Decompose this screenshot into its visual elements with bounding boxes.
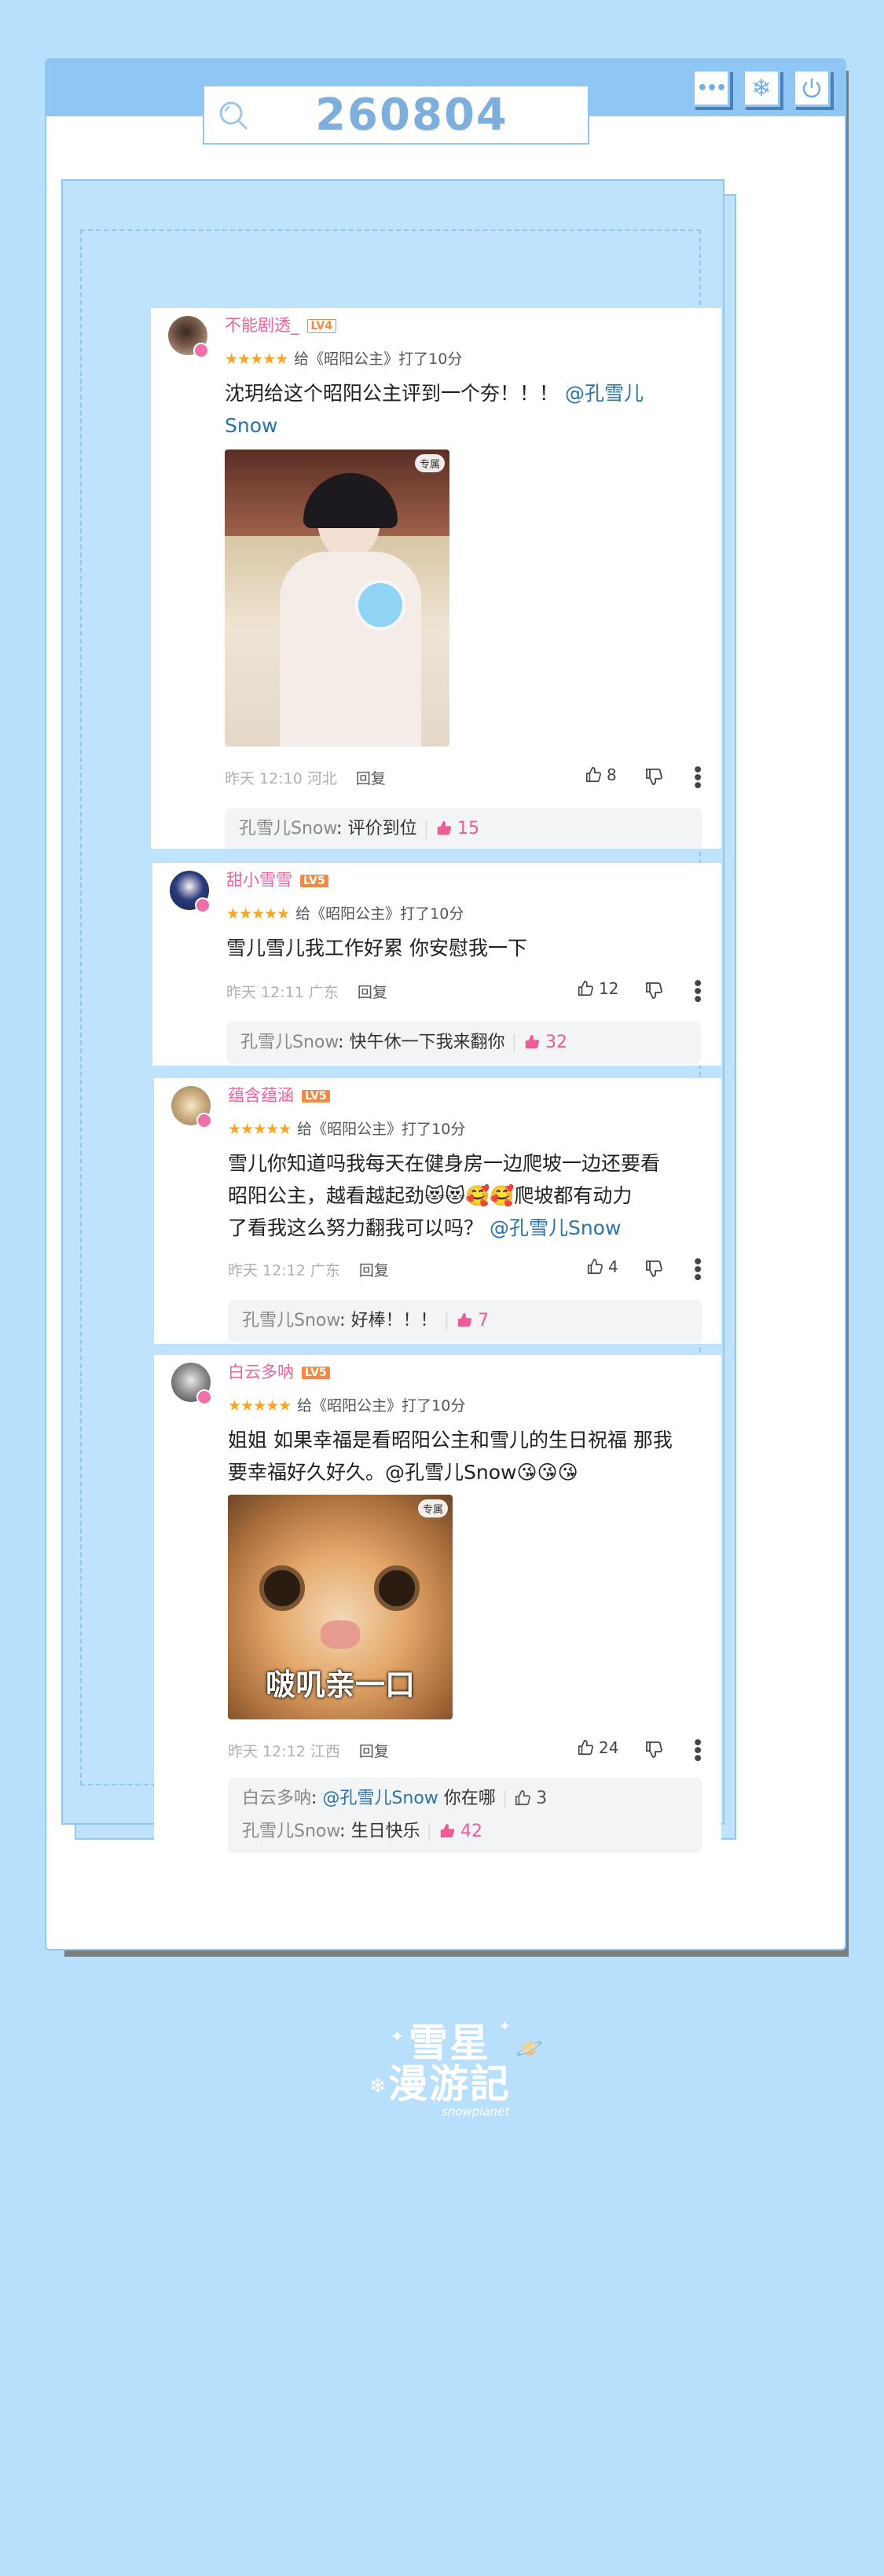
sparkle-icon: ❄: [369, 2075, 387, 2098]
emoji-group: 😻😻🥰🥰: [424, 1184, 515, 1207]
reply-like[interactable]: 3: [514, 1789, 547, 1808]
planet-icon: 🪐: [515, 2035, 543, 2061]
search-icon: [219, 101, 248, 130]
thumbs-up-icon: [578, 1740, 593, 1756]
sparkle-icon: ✦: [498, 2016, 512, 2035]
verified-badge: [196, 1389, 212, 1405]
comment-photo[interactable]: 专属: [225, 450, 449, 747]
thumbs-up-icon: [457, 1312, 472, 1327]
logo-line-2: 漫游記: [388, 2061, 511, 2107]
star-rating-icon: ★★★★★: [228, 1121, 292, 1138]
reply-item: 孔雪儿Snow: 好棒！！！ | 7: [242, 1311, 490, 1330]
comment-text: 雪儿雪儿我工作好累 你安慰我一下: [226, 937, 527, 960]
exclusive-tag: 专属: [414, 454, 445, 472]
rating-line: ★★★★★ 给《昭阳公主》打了10分: [228, 1397, 466, 1415]
mention-link[interactable]: @孔雪儿Snow: [490, 1216, 621, 1239]
snowflake-button[interactable]: ❄: [743, 69, 780, 107]
verified-badge: [193, 343, 209, 358]
username[interactable]: 甜小雪雪 LV5: [226, 868, 328, 891]
exclusive-tag: 专属: [417, 1499, 448, 1517]
comment-meta: 昨天 12:11 广东 回复: [226, 984, 387, 1001]
reply-thread: 孔雪儿Snow: 好棒！！！ | 7: [228, 1300, 702, 1342]
reply-like[interactable]: 7: [456, 1311, 489, 1330]
thumbs-up-icon: [585, 767, 601, 783]
reply-button[interactable]: 回复: [359, 1743, 389, 1760]
username[interactable]: 不能剧透_ LV4: [225, 313, 337, 336]
more-options-icon[interactable]: •••: [687, 978, 706, 1001]
like-button[interactable]: 4: [586, 1257, 618, 1276]
like-button[interactable]: 24: [577, 1738, 618, 1757]
comment-card: 蕴含蕴涵 LV5 ★★★★★ 给《昭阳公主》打了10分 雪儿你知道吗我每天在健身房一…: [154, 1078, 721, 1344]
reply-button[interactable]: 回复: [358, 984, 387, 1001]
emoji-group: 😘😘😘: [516, 1461, 578, 1484]
search-value: 260804: [315, 89, 508, 141]
reply-like[interactable]: 32: [523, 1033, 567, 1052]
logo-subtitle: snowplanet: [442, 2104, 510, 2119]
like-button[interactable]: 12: [577, 979, 618, 998]
comment-card: 白云多呐 LV5 ★★★★★ 给《昭阳公主》打了10分 姐姐 如果幸福是看昭阳公主和…: [154, 1355, 721, 1858]
comment-card: 甜小雪雪 LV5 ★★★★★ 给《昭阳公主》打了10分 雪儿雪儿我工作好累 你安慰我…: [152, 863, 721, 1066]
reply-thread: 孔雪儿Snow: 快午休一下我来翻你 | 32: [226, 1022, 701, 1064]
reply-button[interactable]: 回复: [356, 770, 386, 787]
comment-photo[interactable]: 专属 啵叽亲一口: [228, 1495, 453, 1719]
verified-badge: [195, 897, 211, 913]
username[interactable]: 白云多呐 LV5: [228, 1360, 330, 1383]
snowflake-icon: ❄: [751, 74, 772, 102]
search-bar[interactable]: 260804: [203, 85, 589, 145]
rating-line: ★★★★★ 给《昭阳公主》打了10分: [228, 1121, 466, 1138]
reply-button[interactable]: 回复: [359, 1262, 389, 1279]
comment-meta: 昨天 12:12 江西 回复: [228, 1743, 389, 1760]
thumbs-down-icon[interactable]: [644, 767, 663, 786]
mention-link[interactable]: @孔雪儿Snow: [322, 1789, 438, 1808]
thumbs-up-icon: [440, 1823, 455, 1838]
reply-item: 孔雪儿Snow: 生日快乐 | 42: [242, 1822, 483, 1841]
username[interactable]: 蕴含蕴涵 LV5: [228, 1083, 330, 1106]
like-button[interactable]: 8: [585, 765, 617, 784]
star-rating-icon: ★★★★★: [225, 350, 288, 368]
more-button[interactable]: •••: [692, 69, 730, 107]
thumbs-up-icon: [587, 1259, 603, 1275]
rating-line: ★★★★★ 给《昭阳公主》打了10分: [225, 350, 463, 368]
more-options-icon[interactable]: •••: [687, 1256, 706, 1279]
reply-thread: 白云多呐: @孔雪儿Snow 你在哪 | 3 孔雪儿Snow: 生日快乐 | 42: [228, 1778, 702, 1853]
thumbs-down-icon[interactable]: [644, 1740, 663, 1759]
power-button[interactable]: [793, 69, 831, 107]
thumbs-up-icon: [578, 981, 593, 996]
comment-meta: 昨天 12:10 河北 回复: [225, 770, 386, 787]
reply-like[interactable]: 15: [435, 819, 479, 838]
level-badge: LV4: [306, 319, 337, 333]
thumbs-down-icon[interactable]: [644, 1259, 663, 1278]
star-rating-icon: ★★★★★: [226, 905, 290, 923]
level-badge: LV5: [300, 875, 328, 887]
power-icon: [802, 79, 821, 98]
rating-line: ★★★★★ 给《昭阳公主》打了10分: [226, 905, 464, 923]
thumbs-up-icon: [525, 1034, 540, 1049]
brand-logo: ✦ ✦ ❄ 🪐 雪星 漫游記 snowplanet: [369, 2012, 543, 2130]
reply-thread: 孔雪儿Snow: 评价到位 | 15: [225, 808, 702, 849]
ellipsis-icon: •••: [696, 78, 727, 98]
photo-caption: 啵叽亲一口: [265, 1668, 415, 1702]
sparkle-icon: ✦: [390, 2027, 405, 2047]
more-options-icon[interactable]: •••: [687, 764, 706, 787]
comment-text: 雪儿你知道吗我每天在健身房一边爬坡一边还要看 昭阳公主，越看越起劲😻😻🥰🥰爬坡都…: [228, 1152, 661, 1239]
comment-meta: 昨天 12:12 广东 回复: [228, 1262, 389, 1279]
star-rating-icon: ★★★★★: [228, 1397, 292, 1415]
comment-text: 沈玥给这个昭阳公主评到一个夯！！！ @孔雪儿Snow: [225, 382, 644, 437]
level-badge: LV5: [302, 1367, 330, 1379]
reply-item: 孔雪儿Snow: 评价到位 | 15: [239, 819, 480, 838]
thumbs-up-icon: [515, 1790, 531, 1806]
comment-card: 不能剧透_ LV4 ★★★★★ 给《昭阳公主》打了10分 沈玥给这个昭阳公主评到一个…: [151, 308, 721, 849]
level-badge: LV5: [302, 1090, 330, 1103]
comment-text: 姐姐 如果幸福是看昭阳公主和雪儿的生日祝福 那我 要幸福好久好久。@孔雪儿Sno…: [228, 1429, 673, 1484]
thumbs-down-icon[interactable]: [644, 981, 663, 1000]
reply-like[interactable]: 42: [438, 1822, 482, 1841]
more-options-icon[interactable]: •••: [687, 1737, 706, 1760]
thumbs-up-icon: [437, 820, 452, 835]
reply-item: 白云多呐: @孔雪儿Snow 你在哪 | 3: [242, 1789, 548, 1808]
verified-badge: [196, 1113, 212, 1128]
reply-item: 孔雪儿Snow: 快午休一下我来翻你 | 32: [240, 1033, 568, 1052]
